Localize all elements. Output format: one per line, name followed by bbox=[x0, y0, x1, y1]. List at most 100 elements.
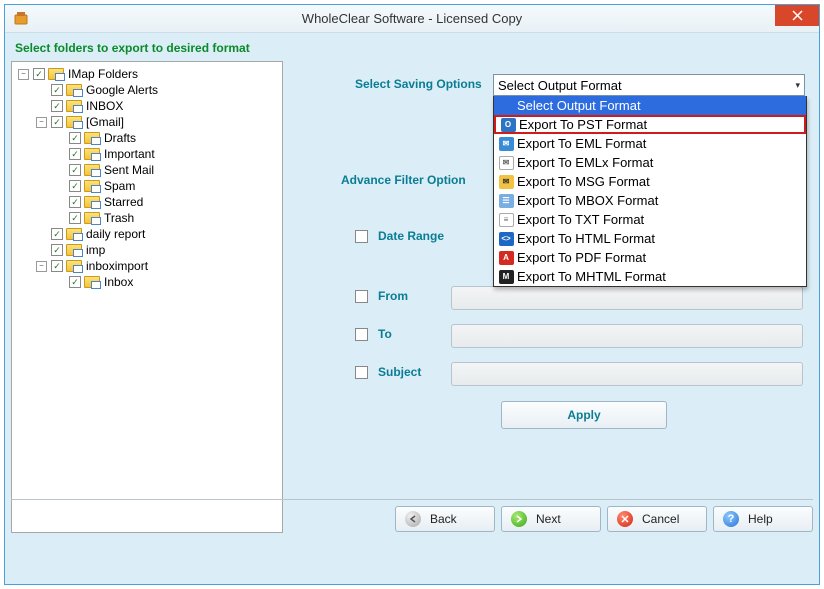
dropdown-option[interactable]: ≡Export To TXT Format bbox=[494, 210, 806, 229]
tree-label: Google Alerts bbox=[86, 82, 158, 98]
tree-node-starred[interactable]: Starred bbox=[54, 194, 280, 210]
to-filter: To bbox=[355, 327, 392, 341]
next-button[interactable]: Next bbox=[501, 506, 601, 532]
folder-icon bbox=[66, 84, 82, 96]
tree-node-sent-mail[interactable]: Sent Mail bbox=[54, 162, 280, 178]
close-icon bbox=[792, 10, 803, 21]
to-input[interactable] bbox=[451, 324, 803, 348]
tree-label: Sent Mail bbox=[104, 162, 154, 178]
subject-input[interactable] bbox=[451, 362, 803, 386]
next-arrow-icon bbox=[511, 511, 527, 527]
help-icon: ? bbox=[723, 511, 739, 527]
cancel-icon bbox=[617, 511, 633, 527]
tree-node-inboximport[interactable]: −inboximport bbox=[36, 258, 280, 274]
dropdown-option[interactable]: ✉Export To EML Format bbox=[494, 134, 806, 153]
folder-icon bbox=[66, 228, 82, 240]
folder-icon bbox=[48, 68, 64, 80]
body-area: − IMap Folders Google Alerts INBOX −[Gma… bbox=[11, 61, 813, 533]
dropdown-option[interactable]: AExport To PDF Format bbox=[494, 248, 806, 267]
dropdown-option-label: Export To MBOX Format bbox=[517, 193, 658, 208]
tree-label-root: IMap Folders bbox=[68, 66, 138, 82]
cancel-button[interactable]: Cancel bbox=[607, 506, 707, 532]
tree-node-important[interactable]: Important bbox=[54, 146, 280, 162]
subject-filter: Subject bbox=[355, 365, 421, 379]
window: WholeClear Software - Licensed Copy Sele… bbox=[4, 4, 820, 585]
dropdown-option[interactable]: Select Output Format bbox=[494, 96, 806, 115]
dropdown-option-label: Export To EMLx Format bbox=[517, 155, 653, 170]
apply-button-label: Apply bbox=[567, 408, 600, 422]
folder-icon bbox=[66, 100, 82, 112]
back-button-label: Back bbox=[430, 512, 457, 526]
folder-tree[interactable]: − IMap Folders Google Alerts INBOX −[Gma… bbox=[11, 61, 283, 533]
dropdown-option[interactable]: MExport To MHTML Format bbox=[494, 267, 806, 286]
tree-label: Spam bbox=[104, 178, 135, 194]
tree-node-spam[interactable]: Spam bbox=[54, 178, 280, 194]
to-label: To bbox=[378, 327, 392, 341]
apply-button[interactable]: Apply bbox=[501, 401, 667, 429]
from-input[interactable] bbox=[451, 286, 803, 310]
tree-label: INBOX bbox=[86, 98, 123, 114]
tree-node-daily-report[interactable]: daily report bbox=[36, 226, 280, 242]
back-button[interactable]: Back bbox=[395, 506, 495, 532]
tree-label: daily report bbox=[86, 226, 145, 242]
folder-icon bbox=[66, 244, 82, 256]
dropdown-option[interactable]: ✉Export To EMLx Format bbox=[494, 153, 806, 172]
date-range-filter: Date Range bbox=[355, 229, 444, 243]
tree-node-google-alerts[interactable]: Google Alerts bbox=[36, 82, 280, 98]
date-range-checkbox[interactable] bbox=[355, 230, 368, 243]
tree-label: Trash bbox=[104, 210, 134, 226]
dropdown-option[interactable]: <>Export To HTML Format bbox=[494, 229, 806, 248]
dropdown-option-label: Export To TXT Format bbox=[517, 212, 644, 227]
titlebar: WholeClear Software - Licensed Copy bbox=[5, 5, 819, 33]
tree-label: Inbox bbox=[104, 274, 133, 290]
dropdown-option[interactable]: ☰Export To MBOX Format bbox=[494, 191, 806, 210]
folder-icon bbox=[84, 132, 100, 144]
options-pane: Select Saving Options Select Output Form… bbox=[293, 61, 813, 533]
cancel-button-label: Cancel bbox=[642, 512, 679, 526]
dropdown-option[interactable]: ✉Export To MSG Format bbox=[494, 172, 806, 191]
dropdown-option-pst[interactable]: OExport To PST Format bbox=[494, 115, 806, 134]
tree-label: Drafts bbox=[104, 130, 136, 146]
folder-icon bbox=[84, 164, 100, 176]
dropdown-option-label: Export To MHTML Format bbox=[517, 269, 666, 284]
help-button[interactable]: ? Help bbox=[713, 506, 813, 532]
dropdown-option-label: Export To PDF Format bbox=[517, 250, 646, 265]
window-title: WholeClear Software - Licensed Copy bbox=[5, 11, 819, 26]
tree-node-trash[interactable]: Trash bbox=[54, 210, 280, 226]
from-label: From bbox=[378, 289, 408, 303]
output-format-select[interactable]: Select Output Format ▾ bbox=[493, 74, 805, 96]
select-saving-label: Select Saving Options bbox=[355, 77, 482, 91]
close-button[interactable] bbox=[775, 5, 819, 26]
tree-node-drafts[interactable]: Drafts bbox=[54, 130, 280, 146]
dropdown-option-label: Select Output Format bbox=[517, 98, 641, 113]
tree-label: [Gmail] bbox=[86, 114, 124, 130]
tree-label: Starred bbox=[104, 194, 143, 210]
tree-node-gmail[interactable]: −[Gmail] bbox=[36, 114, 280, 130]
subject-checkbox[interactable] bbox=[355, 366, 368, 379]
next-button-label: Next bbox=[536, 512, 561, 526]
dropdown-option-label: Export To EML Format bbox=[517, 136, 646, 151]
tree-label: inboximport bbox=[86, 258, 148, 274]
folder-icon bbox=[84, 180, 100, 192]
tree-node-inbox[interactable]: INBOX bbox=[36, 98, 280, 114]
output-format-value: Select Output Format bbox=[498, 78, 622, 93]
chevron-down-icon: ▾ bbox=[795, 80, 800, 91]
to-checkbox[interactable] bbox=[355, 328, 368, 341]
from-checkbox[interactable] bbox=[355, 290, 368, 303]
tree-node-imp[interactable]: imp bbox=[36, 242, 280, 258]
folder-icon bbox=[84, 276, 100, 288]
help-button-label: Help bbox=[748, 512, 773, 526]
from-filter: From bbox=[355, 289, 408, 303]
tree-node-inbox-child[interactable]: Inbox bbox=[54, 274, 280, 290]
folder-icon bbox=[84, 212, 100, 224]
back-arrow-icon bbox=[405, 511, 421, 527]
dropdown-option-label: Export To HTML Format bbox=[517, 231, 655, 246]
footer-toolbar: Back Next Cancel ? Help bbox=[11, 499, 813, 533]
folder-icon bbox=[66, 116, 82, 128]
output-format-dropdown[interactable]: Select Output Format OExport To PST Form… bbox=[493, 96, 807, 287]
dropdown-option-label: Export To PST Format bbox=[519, 117, 647, 132]
tree-label: imp bbox=[86, 242, 105, 258]
folder-icon bbox=[84, 196, 100, 208]
tree-node-root[interactable]: − IMap Folders bbox=[18, 66, 280, 82]
date-range-label: Date Range bbox=[378, 229, 444, 243]
